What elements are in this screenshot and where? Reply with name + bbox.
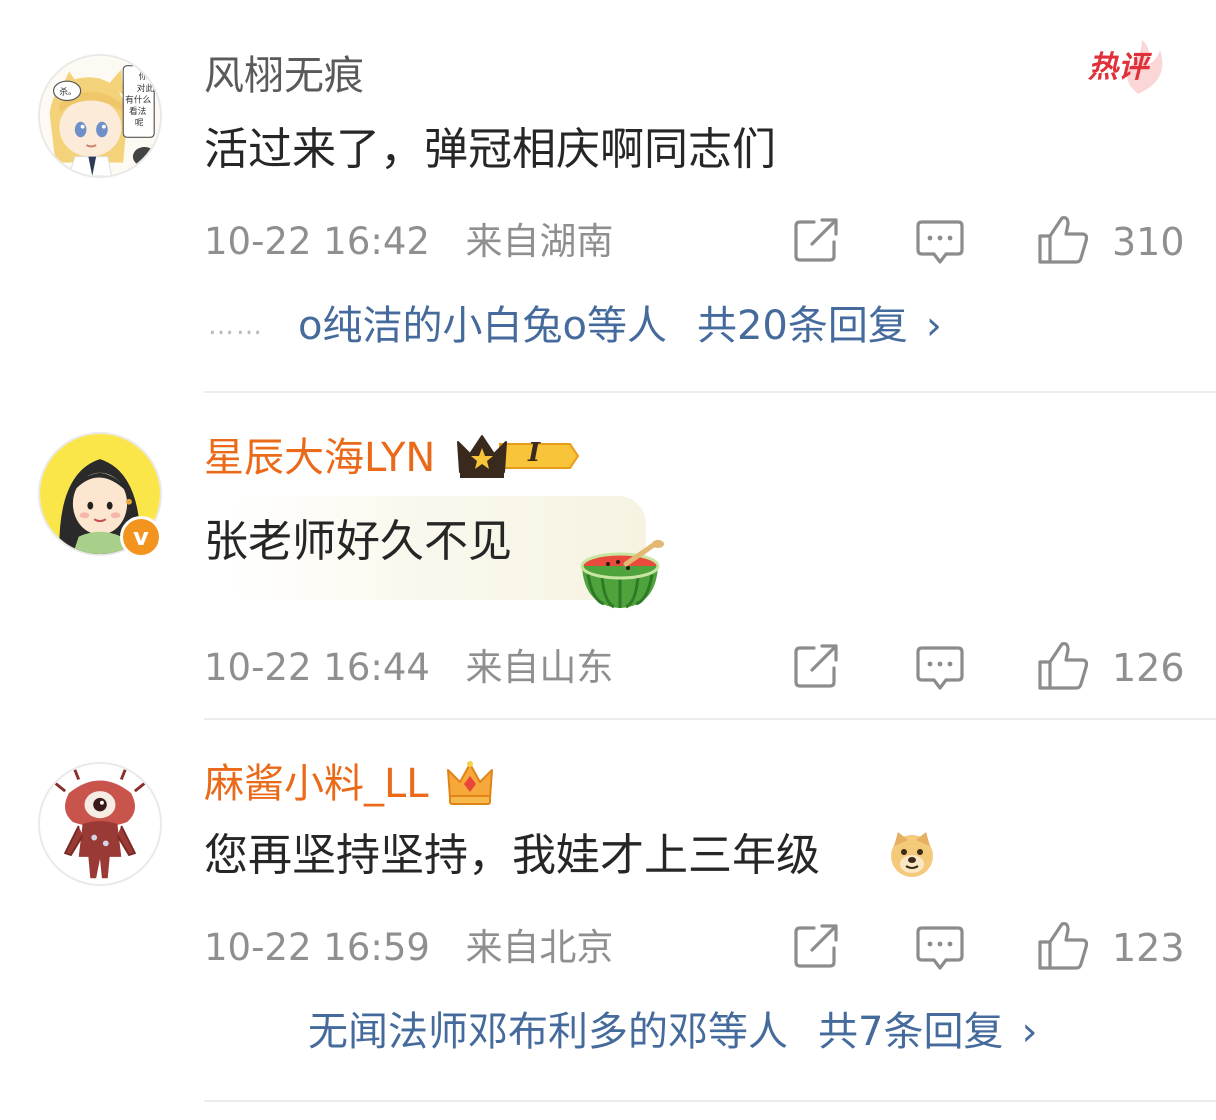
like-count: 123 <box>1112 926 1185 970</box>
comment-button[interactable] <box>916 922 964 970</box>
share-icon <box>794 924 838 968</box>
crown-icon <box>447 761 493 805</box>
like-button[interactable] <box>1036 920 1090 972</box>
chevron-right-icon: › <box>1021 1009 1038 1055</box>
like-icon <box>1038 922 1089 970</box>
comment-item: 麻酱小料_LL 您再坚持坚持，我娃才上三年级 10-22 16:59 来自北京 <box>0 0 1216 1120</box>
comment-meta: 10-22 16:59 来自北京 <box>204 924 613 972</box>
replies-users: 无闻法师邓布利多的邓等人 <box>308 1009 788 1055</box>
vip-crown-badge <box>446 758 494 806</box>
comment-text: 您再坚持坚持，我娃才上三年级 <box>204 830 820 881</box>
doge-emoji <box>888 830 936 878</box>
avatar-monster-image <box>40 764 160 884</box>
replies-link[interactable]: 无闻法师邓布利多的邓等人 共7条回复 › <box>308 1006 1037 1058</box>
comment-location: 来自北京 <box>465 926 614 969</box>
username[interactable]: 麻酱小料_LL <box>204 760 429 808</box>
replies-count: 共7条回复 <box>818 1009 1004 1055</box>
avatar[interactable] <box>38 762 162 886</box>
share-button[interactable] <box>792 922 840 970</box>
comment-icon <box>916 926 964 970</box>
divider <box>204 1100 1216 1102</box>
doge-icon <box>891 832 933 877</box>
comment-time: 10-22 16:59 <box>204 926 430 969</box>
